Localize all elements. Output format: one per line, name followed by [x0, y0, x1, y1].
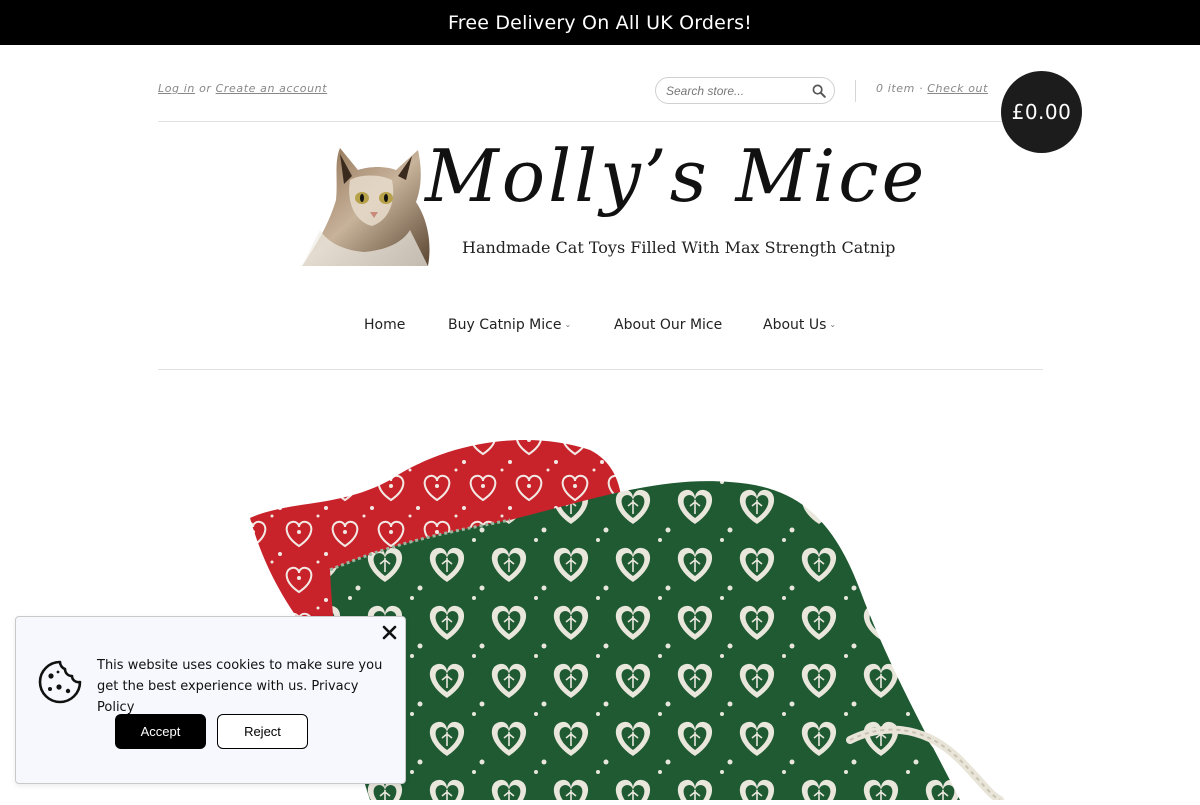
search-input[interactable]: [666, 83, 806, 98]
cart-dot: ·: [919, 82, 924, 95]
account-separator: or: [199, 82, 212, 95]
nav-item-label: About Our Mice: [614, 317, 723, 333]
search-box: [655, 77, 835, 104]
logo-tagline: Handmade Cat Toys Filled With Max Streng…: [462, 238, 896, 257]
announcement-text: Free Delivery On All UK Orders!: [447, 11, 752, 34]
logo-title: Molly’s Mice: [425, 134, 928, 218]
account-links: Log in or Create an account: [158, 82, 327, 95]
cart-total: £0.00: [1011, 100, 1072, 124]
nav-item-label: About Us: [763, 317, 827, 333]
nav-item-label: Buy Catnip Mice: [448, 317, 562, 333]
nav-item-buy-catnip-mice[interactable]: Buy Catnip Mice ⌄: [448, 317, 571, 333]
cookie-icon: [38, 660, 82, 704]
header-divider: [855, 80, 856, 102]
close-icon[interactable]: [382, 625, 397, 640]
nav-item-about-us[interactable]: About Us ⌄: [763, 317, 836, 333]
nav-item-label: Home: [364, 317, 406, 333]
cart-count-link[interactable]: 0 item: [876, 82, 915, 95]
main-nav: Home Buy Catnip Mice ⌄ About Our Mice Abo…: [158, 296, 1043, 370]
nav-item-about-our-mice[interactable]: About Our Mice: [614, 317, 722, 333]
login-link[interactable]: Log in: [158, 82, 195, 95]
nav-item-home[interactable]: Home: [364, 317, 405, 333]
checkout-link[interactable]: Check out: [927, 82, 988, 95]
chevron-down-icon: ⌄: [564, 320, 572, 329]
search-icon[interactable]: [812, 84, 826, 98]
create-account-link[interactable]: Create an account: [216, 82, 328, 95]
cart-summary: 0 item · Check out: [876, 82, 988, 95]
announcement-bar: Free Delivery On All UK Orders!: [0, 0, 1200, 45]
header-utility-bar: Log in or Create an account 0 item · Che…: [158, 70, 1043, 122]
chevron-down-icon: ⌄: [829, 320, 837, 329]
cart-total-bubble[interactable]: £0.00: [1001, 71, 1082, 153]
reject-cookies-button[interactable]: Reject: [217, 714, 308, 749]
accept-cookies-button[interactable]: Accept: [115, 714, 206, 749]
site-logo[interactable]: Molly’s Mice Handmade Cat Toys Filled Wi…: [300, 134, 924, 270]
cookie-banner: This website uses cookies to make sure y…: [15, 616, 406, 784]
cookie-message: This website uses cookies to make sure y…: [97, 655, 392, 718]
